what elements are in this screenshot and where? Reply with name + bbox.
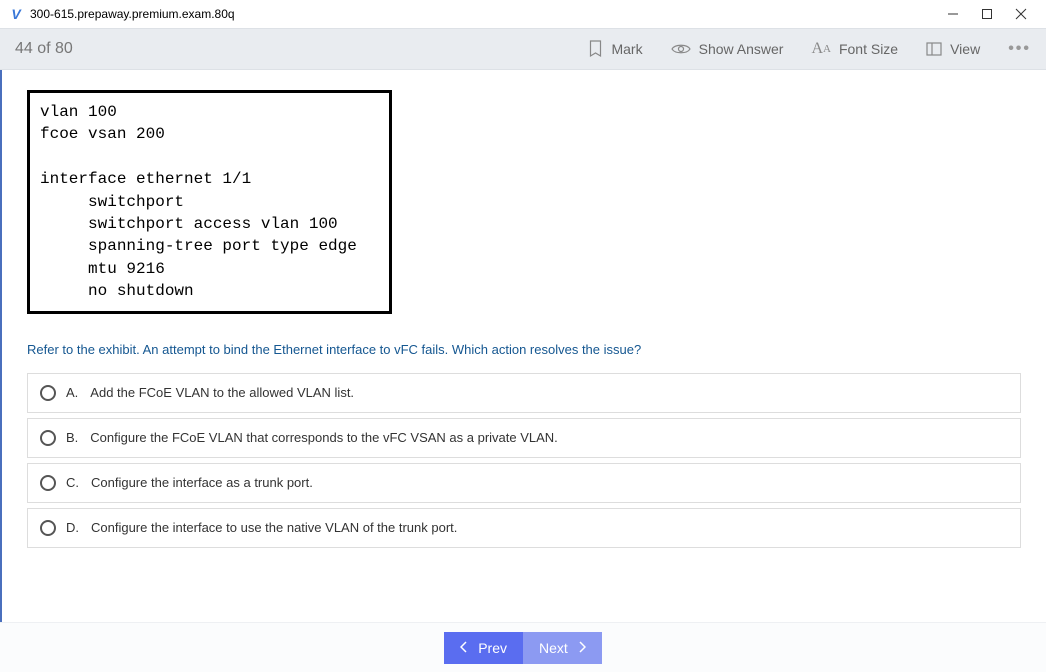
options-list: A. Add the FCoE VLAN to the allowed VLAN… — [27, 373, 1021, 548]
eye-icon — [671, 42, 691, 56]
font-size-icon: AA — [811, 40, 831, 58]
bookmark-icon — [588, 40, 603, 58]
footer: Prev Next — [0, 622, 1046, 672]
view-button[interactable]: View — [926, 41, 980, 57]
option-text: Configure the FCoE VLAN that corresponds… — [90, 430, 558, 445]
show-answer-label: Show Answer — [699, 41, 784, 57]
view-label: View — [950, 41, 980, 57]
option-text: Configure the interface to use the nativ… — [91, 520, 457, 535]
maximize-button[interactable] — [980, 7, 994, 21]
minimize-button[interactable] — [946, 7, 960, 21]
option-d[interactable]: D. Configure the interface to use the na… — [27, 508, 1021, 548]
radio-icon — [40, 475, 56, 491]
radio-icon — [40, 385, 56, 401]
mark-label: Mark — [611, 41, 642, 57]
more-button[interactable]: ••• — [1008, 40, 1031, 58]
option-letter: B. — [66, 430, 78, 445]
app-icon: V — [8, 6, 24, 22]
content-area: vlan 100 fcoe vsan 200 interface etherne… — [0, 70, 1046, 622]
option-b[interactable]: B. Configure the FCoE VLAN that correspo… — [27, 418, 1021, 458]
radio-icon — [40, 520, 56, 536]
view-icon — [926, 41, 942, 57]
option-text: Configure the interface as a trunk port. — [91, 475, 313, 490]
next-label: Next — [539, 640, 568, 656]
font-size-label: Font Size — [839, 41, 898, 57]
option-letter: D. — [66, 520, 79, 535]
next-button[interactable]: Next — [523, 632, 602, 664]
font-size-button[interactable]: AA Font Size — [811, 40, 898, 58]
exhibit-box: vlan 100 fcoe vsan 200 interface etherne… — [27, 90, 392, 314]
chevron-left-icon — [460, 640, 468, 656]
show-answer-button[interactable]: Show Answer — [671, 41, 784, 57]
prev-button[interactable]: Prev — [444, 632, 523, 664]
window-controls — [946, 7, 1038, 21]
option-c[interactable]: C. Configure the interface as a trunk po… — [27, 463, 1021, 503]
close-button[interactable] — [1014, 7, 1028, 21]
toolbar: 44 of 80 Mark Show Answer AA Font Size V… — [0, 28, 1046, 70]
option-letter: A. — [66, 385, 78, 400]
option-a[interactable]: A. Add the FCoE VLAN to the allowed VLAN… — [27, 373, 1021, 413]
option-text: Add the FCoE VLAN to the allowed VLAN li… — [90, 385, 354, 400]
question-progress: 44 of 80 — [15, 40, 588, 58]
toolbar-actions: Mark Show Answer AA Font Size View ••• — [588, 40, 1031, 58]
window-title: 300-615.prepaway.premium.exam.80q — [30, 7, 946, 21]
question-text: Refer to the exhibit. An attempt to bind… — [27, 342, 1021, 357]
titlebar: V 300-615.prepaway.premium.exam.80q — [0, 0, 1046, 28]
ellipsis-icon: ••• — [1008, 40, 1031, 58]
radio-icon — [40, 430, 56, 446]
mark-button[interactable]: Mark — [588, 40, 642, 58]
option-letter: C. — [66, 475, 79, 490]
prev-label: Prev — [478, 640, 507, 656]
chevron-right-icon — [578, 640, 586, 656]
